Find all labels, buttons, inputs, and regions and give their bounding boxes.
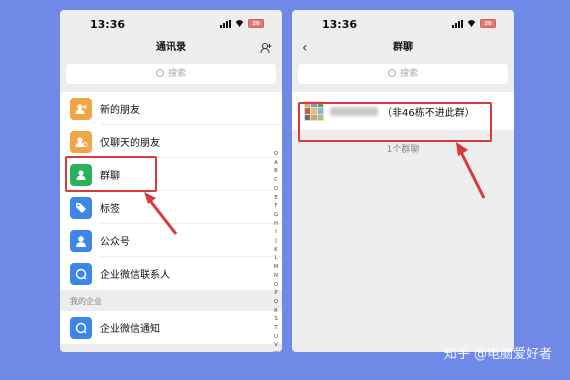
nav-bar: ‹ 群聊 bbox=[292, 36, 514, 60]
menu-item-chat-only-friends[interactable]: 仅聊天的朋友 bbox=[60, 125, 282, 158]
alphabet-index-letter[interactable]: K bbox=[274, 246, 277, 255]
group-chats-screen: 13:36 20 ‹ 群聊 搜索 （非46栋不进此群） 1个群聊 bbox=[292, 10, 514, 352]
alphabet-index-letter[interactable]: L bbox=[275, 254, 278, 263]
annotation-arrow-left bbox=[144, 192, 178, 235]
annotation-arrow-right bbox=[456, 142, 486, 199]
alphabet-index-letter[interactable]: T bbox=[274, 324, 277, 333]
search-bar[interactable]: 搜索 bbox=[66, 64, 276, 84]
alphabet-index-letter[interactable]: V bbox=[274, 341, 278, 350]
alphabet-index-letter[interactable]: M bbox=[274, 263, 279, 272]
highlight-box-group-chats bbox=[65, 156, 157, 192]
alphabet-index-letter[interactable]: H bbox=[274, 220, 278, 229]
signal-icon bbox=[452, 19, 463, 28]
alphabet-index-letter[interactable]: D bbox=[274, 185, 278, 194]
tag-icon bbox=[70, 196, 92, 219]
nav-bar: 通讯录 bbox=[60, 36, 282, 60]
menu-item-label: 企业微信联系人 bbox=[100, 270, 170, 281]
work-notify-icon bbox=[70, 316, 92, 339]
menu-item-work-contacts[interactable]: 企业微信联系人 bbox=[60, 257, 282, 290]
alphabet-index-letter[interactable]: N bbox=[274, 272, 278, 281]
search-icon bbox=[155, 69, 164, 77]
chat-only-friend-icon bbox=[70, 130, 92, 153]
search-placeholder: 搜索 bbox=[399, 69, 418, 79]
alphabet-index-letter[interactable]: E bbox=[274, 194, 277, 203]
alphabet-index-letter[interactable]: C bbox=[274, 176, 278, 185]
watermark: 知乎 @电脑爱好者 bbox=[443, 347, 552, 362]
alphabet-index-letter[interactable]: O bbox=[274, 281, 278, 290]
search-icon bbox=[387, 69, 396, 77]
status-bar: 13:36 20 bbox=[60, 10, 282, 36]
wifi-icon bbox=[235, 20, 244, 27]
page-title: 群聊 bbox=[393, 42, 413, 53]
status-icons: 20 bbox=[220, 19, 264, 28]
menu-item-label: 标签 bbox=[100, 204, 120, 215]
alphabet-index-letter[interactable]: Q bbox=[274, 150, 278, 159]
battery-icon: 20 bbox=[480, 19, 496, 28]
section-header-my-enterprise: 我的企业 bbox=[60, 290, 282, 311]
status-bar: 13:36 20 bbox=[292, 10, 514, 36]
highlight-box-group bbox=[298, 102, 492, 142]
search-bar[interactable]: 搜索 bbox=[298, 64, 508, 84]
alphabet-index-letter[interactable]: J bbox=[275, 237, 277, 246]
menu-item-label: 企业微信通知 bbox=[100, 324, 160, 335]
contacts-screen: 13:36 20 通讯录 搜索 新的朋友 仅聊天的朋友 群聊 标签 公众号 企业… bbox=[60, 10, 282, 352]
alphabet-index-letter[interactable]: A bbox=[274, 159, 278, 168]
add-friend-icon[interactable] bbox=[260, 42, 272, 54]
battery-icon: 20 bbox=[248, 19, 264, 28]
alphabet-index-letter[interactable]: F bbox=[274, 202, 277, 211]
status-time: 13:36 bbox=[322, 18, 358, 31]
alphabet-index-letter[interactable]: I bbox=[275, 228, 277, 237]
back-icon[interactable]: ‹ bbox=[302, 36, 308, 60]
work-contact-icon bbox=[70, 262, 92, 285]
alphabet-index[interactable]: QABCDEFGHIJKLMNOPQRSTUVWXYZ# bbox=[272, 150, 280, 352]
menu-item-label: 仅聊天的朋友 bbox=[100, 138, 160, 149]
alphabet-index-letter[interactable]: S bbox=[274, 315, 277, 324]
signal-icon bbox=[220, 19, 231, 28]
search-placeholder: 搜索 bbox=[167, 69, 186, 79]
alphabet-index-letter[interactable]: U bbox=[274, 333, 278, 342]
alphabet-index-letter[interactable]: R bbox=[274, 307, 278, 316]
page-title: 通讯录 bbox=[156, 42, 186, 53]
status-time: 13:36 bbox=[90, 18, 126, 31]
new-friend-icon bbox=[70, 97, 92, 120]
alphabet-index-letter[interactable]: Q bbox=[274, 298, 278, 307]
status-icons: 20 bbox=[452, 19, 496, 28]
alphabet-index-letter[interactable]: P bbox=[274, 289, 277, 298]
menu-item-label: 新的朋友 bbox=[100, 105, 140, 116]
official-account-icon bbox=[70, 229, 92, 252]
alphabet-index-letter[interactable]: B bbox=[274, 167, 278, 176]
menu-item-work-notifications[interactable]: 企业微信通知 bbox=[60, 311, 282, 344]
menu-item-new-friends[interactable]: 新的朋友 bbox=[60, 92, 282, 125]
wifi-icon bbox=[467, 20, 476, 27]
menu-item-label: 公众号 bbox=[100, 237, 130, 248]
alphabet-index-letter[interactable]: G bbox=[274, 211, 278, 220]
alphabet-index-letter[interactable]: W bbox=[273, 350, 278, 352]
work-menu-list: 企业微信通知 bbox=[60, 311, 282, 344]
